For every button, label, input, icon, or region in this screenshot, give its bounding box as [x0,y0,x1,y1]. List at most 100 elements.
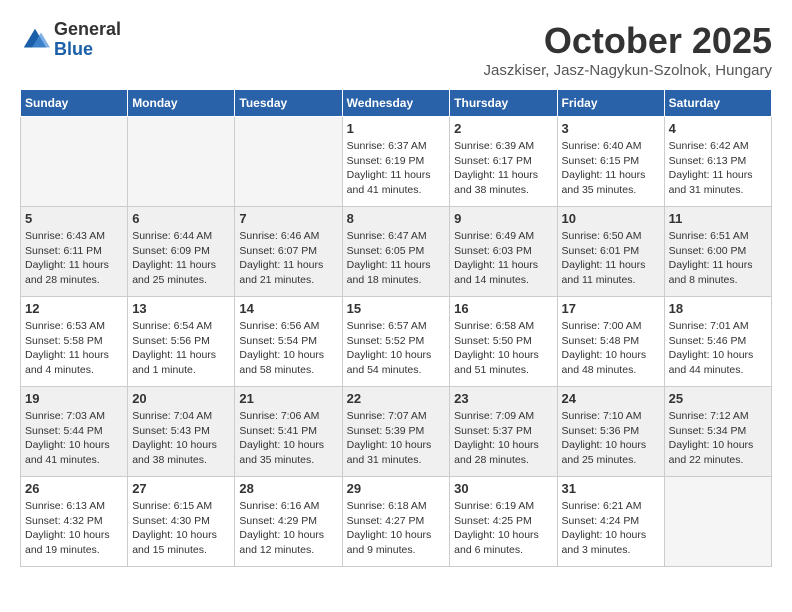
logo-general: General [54,20,121,40]
day-number: 20 [132,391,230,406]
day-info: Sunrise: 6:18 AM Sunset: 4:27 PM Dayligh… [347,499,446,558]
day-number: 26 [25,481,123,496]
calendar-day-cell: 1 Sunrise: 6:37 AM Sunset: 6:19 PM Daylig… [342,117,450,207]
day-number: 27 [132,481,230,496]
calendar-day-cell: 16 Sunrise: 6:58 AM Sunset: 5:50 PM Dayli… [450,297,557,387]
day-info: Sunrise: 6:46 AM Sunset: 6:07 PM Dayligh… [239,229,337,288]
calendar-day-cell: 13 Sunrise: 6:54 AM Sunset: 5:56 PM Dayli… [128,297,235,387]
day-info: Sunrise: 7:10 AM Sunset: 5:36 PM Dayligh… [562,409,660,468]
month-title: October 2025 [484,20,772,62]
day-number: 13 [132,301,230,316]
day-number: 22 [347,391,446,406]
calendar-day-header: Friday [557,90,664,117]
calendar-day-header: Saturday [664,90,771,117]
day-number: 25 [669,391,767,406]
calendar-day-cell [664,477,771,567]
day-number: 14 [239,301,337,316]
day-number: 10 [562,211,660,226]
calendar-header-row: SundayMondayTuesdayWednesdayThursdayFrid… [21,90,772,117]
calendar-day-header: Wednesday [342,90,450,117]
day-number: 28 [239,481,337,496]
calendar-day-cell: 30 Sunrise: 6:19 AM Sunset: 4:25 PM Dayli… [450,477,557,567]
calendar-day-cell: 10Sunrise: 6:50 AM Sunset: 6:01 PM Dayli… [557,207,664,297]
calendar-day-cell: 31 Sunrise: 6:21 AM Sunset: 4:24 PM Dayli… [557,477,664,567]
calendar-day-cell: 8 Sunrise: 6:47 AM Sunset: 6:05 PM Daylig… [342,207,450,297]
day-number: 31 [562,481,660,496]
day-number: 2 [454,121,552,136]
calendar-day-cell: 14 Sunrise: 6:56 AM Sunset: 5:54 PM Dayli… [235,297,342,387]
day-number: 19 [25,391,123,406]
logo-blue: Blue [54,40,121,60]
calendar-day-cell: 15 Sunrise: 6:57 AM Sunset: 5:52 PM Dayli… [342,297,450,387]
calendar-table: SundayMondayTuesdayWednesdayThursdayFrid… [20,89,772,567]
calendar-week-row: 19Sunrise: 7:03 AM Sunset: 5:44 PM Dayli… [21,387,772,477]
day-number: 21 [239,391,337,406]
day-number: 8 [347,211,446,226]
calendar-day-cell: 2 Sunrise: 6:39 AM Sunset: 6:17 PM Daylig… [450,117,557,207]
day-info: Sunrise: 6:44 AM Sunset: 6:09 PM Dayligh… [132,229,230,288]
location-subtitle: Jaszkiser, Jasz-Nagykun-Szolnok, Hungary [484,62,772,79]
day-info: Sunrise: 7:12 AM Sunset: 5:34 PM Dayligh… [669,409,767,468]
calendar-day-cell: 23Sunrise: 7:09 AM Sunset: 5:37 PM Dayli… [450,387,557,477]
day-number: 17 [562,301,660,316]
day-info: Sunrise: 6:47 AM Sunset: 6:05 PM Dayligh… [347,229,446,288]
day-number: 23 [454,391,552,406]
calendar-day-header: Tuesday [235,90,342,117]
day-info: Sunrise: 7:07 AM Sunset: 5:39 PM Dayligh… [347,409,446,468]
day-info: Sunrise: 6:56 AM Sunset: 5:54 PM Dayligh… [239,319,337,378]
day-info: Sunrise: 6:49 AM Sunset: 6:03 PM Dayligh… [454,229,552,288]
day-info: Sunrise: 6:58 AM Sunset: 5:50 PM Dayligh… [454,319,552,378]
page-header: General Blue October 2025 Jaszkiser, Jas… [20,20,772,79]
day-info: Sunrise: 6:43 AM Sunset: 6:11 PM Dayligh… [25,229,123,288]
day-info: Sunrise: 6:16 AM Sunset: 4:29 PM Dayligh… [239,499,337,558]
calendar-day-cell: 18 Sunrise: 7:01 AM Sunset: 5:46 PM Dayli… [664,297,771,387]
logo-text: General Blue [54,20,121,60]
day-number: 16 [454,301,552,316]
day-info: Sunrise: 6:53 AM Sunset: 5:58 PM Dayligh… [25,319,123,378]
day-info: Sunrise: 6:51 AM Sunset: 6:00 PM Dayligh… [669,229,767,288]
calendar-day-cell: 29 Sunrise: 6:18 AM Sunset: 4:27 PM Dayli… [342,477,450,567]
calendar-day-cell: 9 Sunrise: 6:49 AM Sunset: 6:03 PM Daylig… [450,207,557,297]
calendar-week-row: 5 Sunrise: 6:43 AM Sunset: 6:11 PM Daylig… [21,207,772,297]
day-number: 24 [562,391,660,406]
calendar-week-row: 1 Sunrise: 6:37 AM Sunset: 6:19 PM Daylig… [21,117,772,207]
day-number: 15 [347,301,446,316]
day-info: Sunrise: 6:40 AM Sunset: 6:15 PM Dayligh… [562,139,660,198]
calendar-day-cell: 12 Sunrise: 6:53 AM Sunset: 5:58 PM Dayli… [21,297,128,387]
day-number: 1 [347,121,446,136]
day-number: 3 [562,121,660,136]
day-number: 11 [669,211,767,226]
calendar-day-cell [128,117,235,207]
day-info: Sunrise: 6:42 AM Sunset: 6:13 PM Dayligh… [669,139,767,198]
day-number: 29 [347,481,446,496]
day-info: Sunrise: 7:01 AM Sunset: 5:46 PM Dayligh… [669,319,767,378]
calendar-day-cell: 11 Sunrise: 6:51 AM Sunset: 6:00 PM Dayli… [664,207,771,297]
calendar-day-cell: 7 Sunrise: 6:46 AM Sunset: 6:07 PM Daylig… [235,207,342,297]
day-info: Sunrise: 7:06 AM Sunset: 5:41 PM Dayligh… [239,409,337,468]
calendar-day-cell: 25 Sunrise: 7:12 AM Sunset: 5:34 PM Dayli… [664,387,771,477]
day-info: Sunrise: 6:54 AM Sunset: 5:56 PM Dayligh… [132,319,230,378]
title-area: October 2025 Jaszkiser, Jasz-Nagykun-Szo… [484,20,772,79]
day-number: 5 [25,211,123,226]
day-info: Sunrise: 6:19 AM Sunset: 4:25 PM Dayligh… [454,499,552,558]
calendar-day-cell: 21 Sunrise: 7:06 AM Sunset: 5:41 PM Dayli… [235,387,342,477]
day-info: Sunrise: 6:57 AM Sunset: 5:52 PM Dayligh… [347,319,446,378]
calendar-day-cell: 28 Sunrise: 6:16 AM Sunset: 4:29 PM Dayli… [235,477,342,567]
day-number: 12 [25,301,123,316]
calendar-day-cell: 17Sunrise: 7:00 AM Sunset: 5:48 PM Dayli… [557,297,664,387]
day-number: 7 [239,211,337,226]
day-info: Sunrise: 6:13 AM Sunset: 4:32 PM Dayligh… [25,499,123,558]
day-info: Sunrise: 6:39 AM Sunset: 6:17 PM Dayligh… [454,139,552,198]
calendar-day-cell: 24 Sunrise: 7:10 AM Sunset: 5:36 PM Dayli… [557,387,664,477]
day-number: 18 [669,301,767,316]
calendar-day-header: Sunday [21,90,128,117]
day-info: Sunrise: 6:21 AM Sunset: 4:24 PM Dayligh… [562,499,660,558]
day-number: 9 [454,211,552,226]
day-info: Sunrise: 6:37 AM Sunset: 6:19 PM Dayligh… [347,139,446,198]
logo: General Blue [20,20,121,60]
logo-icon [20,25,50,55]
calendar-day-cell: 27Sunrise: 6:15 AM Sunset: 4:30 PM Dayli… [128,477,235,567]
calendar-day-cell [21,117,128,207]
calendar-day-header: Thursday [450,90,557,117]
day-number: 30 [454,481,552,496]
